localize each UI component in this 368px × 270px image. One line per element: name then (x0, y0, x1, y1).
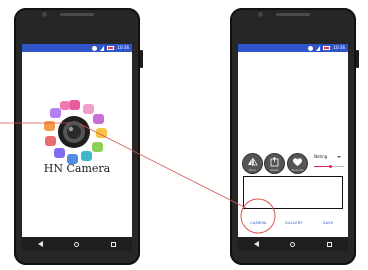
alarm-icon (308, 45, 314, 51)
logo-petal (83, 104, 94, 114)
app-title: HN Camera (43, 162, 111, 175)
nav-bar (22, 237, 132, 251)
logo-petal (44, 121, 55, 131)
lens-inner (67, 125, 81, 139)
text-input[interactable] (243, 176, 343, 209)
back-icon[interactable] (253, 241, 259, 247)
lens-glare (68, 126, 74, 132)
favourite-label: Favourite (291, 169, 304, 172)
battery-icon (107, 46, 115, 50)
recent-apps-icon[interactable] (111, 241, 117, 247)
screen-right: 10:36 Mirror Rotate Favourite Noting CAM… (238, 44, 348, 251)
favourite-button[interactable]: Favourite (288, 154, 307, 173)
battery-icon (323, 46, 331, 50)
rotate-button[interactable]: Rotate (265, 154, 284, 173)
home-icon[interactable] (74, 241, 80, 247)
power-button[interactable] (140, 50, 143, 68)
alarm-icon (92, 45, 98, 51)
phone-right: 10:36 Mirror Rotate Favourite Noting CAM… (230, 8, 359, 265)
camera-tab[interactable]: CAMERA (250, 220, 267, 225)
mirror-icon (248, 157, 258, 166)
status-time: 10:36 (117, 45, 129, 50)
logo-petal (54, 148, 65, 158)
nav-bar (238, 237, 348, 251)
earpiece (60, 13, 94, 16)
mirror-label: Mirror (248, 169, 257, 172)
status-time: 10:36 (333, 45, 345, 50)
back-icon[interactable] (37, 241, 43, 247)
front-camera (258, 12, 263, 17)
mirror-button[interactable]: Mirror (243, 154, 262, 173)
chevron-down-icon[interactable] (337, 156, 341, 158)
logo-petal (45, 136, 56, 146)
signal-icon (100, 45, 105, 51)
rotate-label: Rotate (270, 169, 279, 172)
screen-left: 10:36 HN Camera (22, 44, 132, 251)
phone-left: 10:36 HN Camera (14, 8, 143, 265)
gallery-tab[interactable]: GALLERY (285, 220, 303, 225)
logo-petal (81, 151, 92, 161)
logo-petal (60, 101, 70, 110)
logo-petal (92, 142, 103, 152)
logo-petal (96, 128, 107, 138)
front-camera (42, 12, 47, 17)
heart-icon (293, 158, 302, 166)
status-bar: 10:36 (22, 44, 132, 52)
earpiece (276, 13, 310, 16)
logo-petal (50, 108, 61, 118)
home-icon[interactable] (290, 241, 296, 247)
rotate-icon (270, 157, 279, 167)
signal-icon (316, 45, 321, 51)
logo-petal (69, 100, 80, 110)
power-button[interactable] (356, 50, 359, 68)
status-bar: 10:36 (238, 44, 348, 52)
save-tab[interactable]: SAVE (323, 220, 333, 225)
effect-dropdown[interactable]: Noting (314, 154, 327, 159)
logo-petal (93, 114, 104, 124)
effect-slider-thumb[interactable] (329, 165, 332, 168)
recent-apps-icon[interactable] (327, 241, 333, 247)
